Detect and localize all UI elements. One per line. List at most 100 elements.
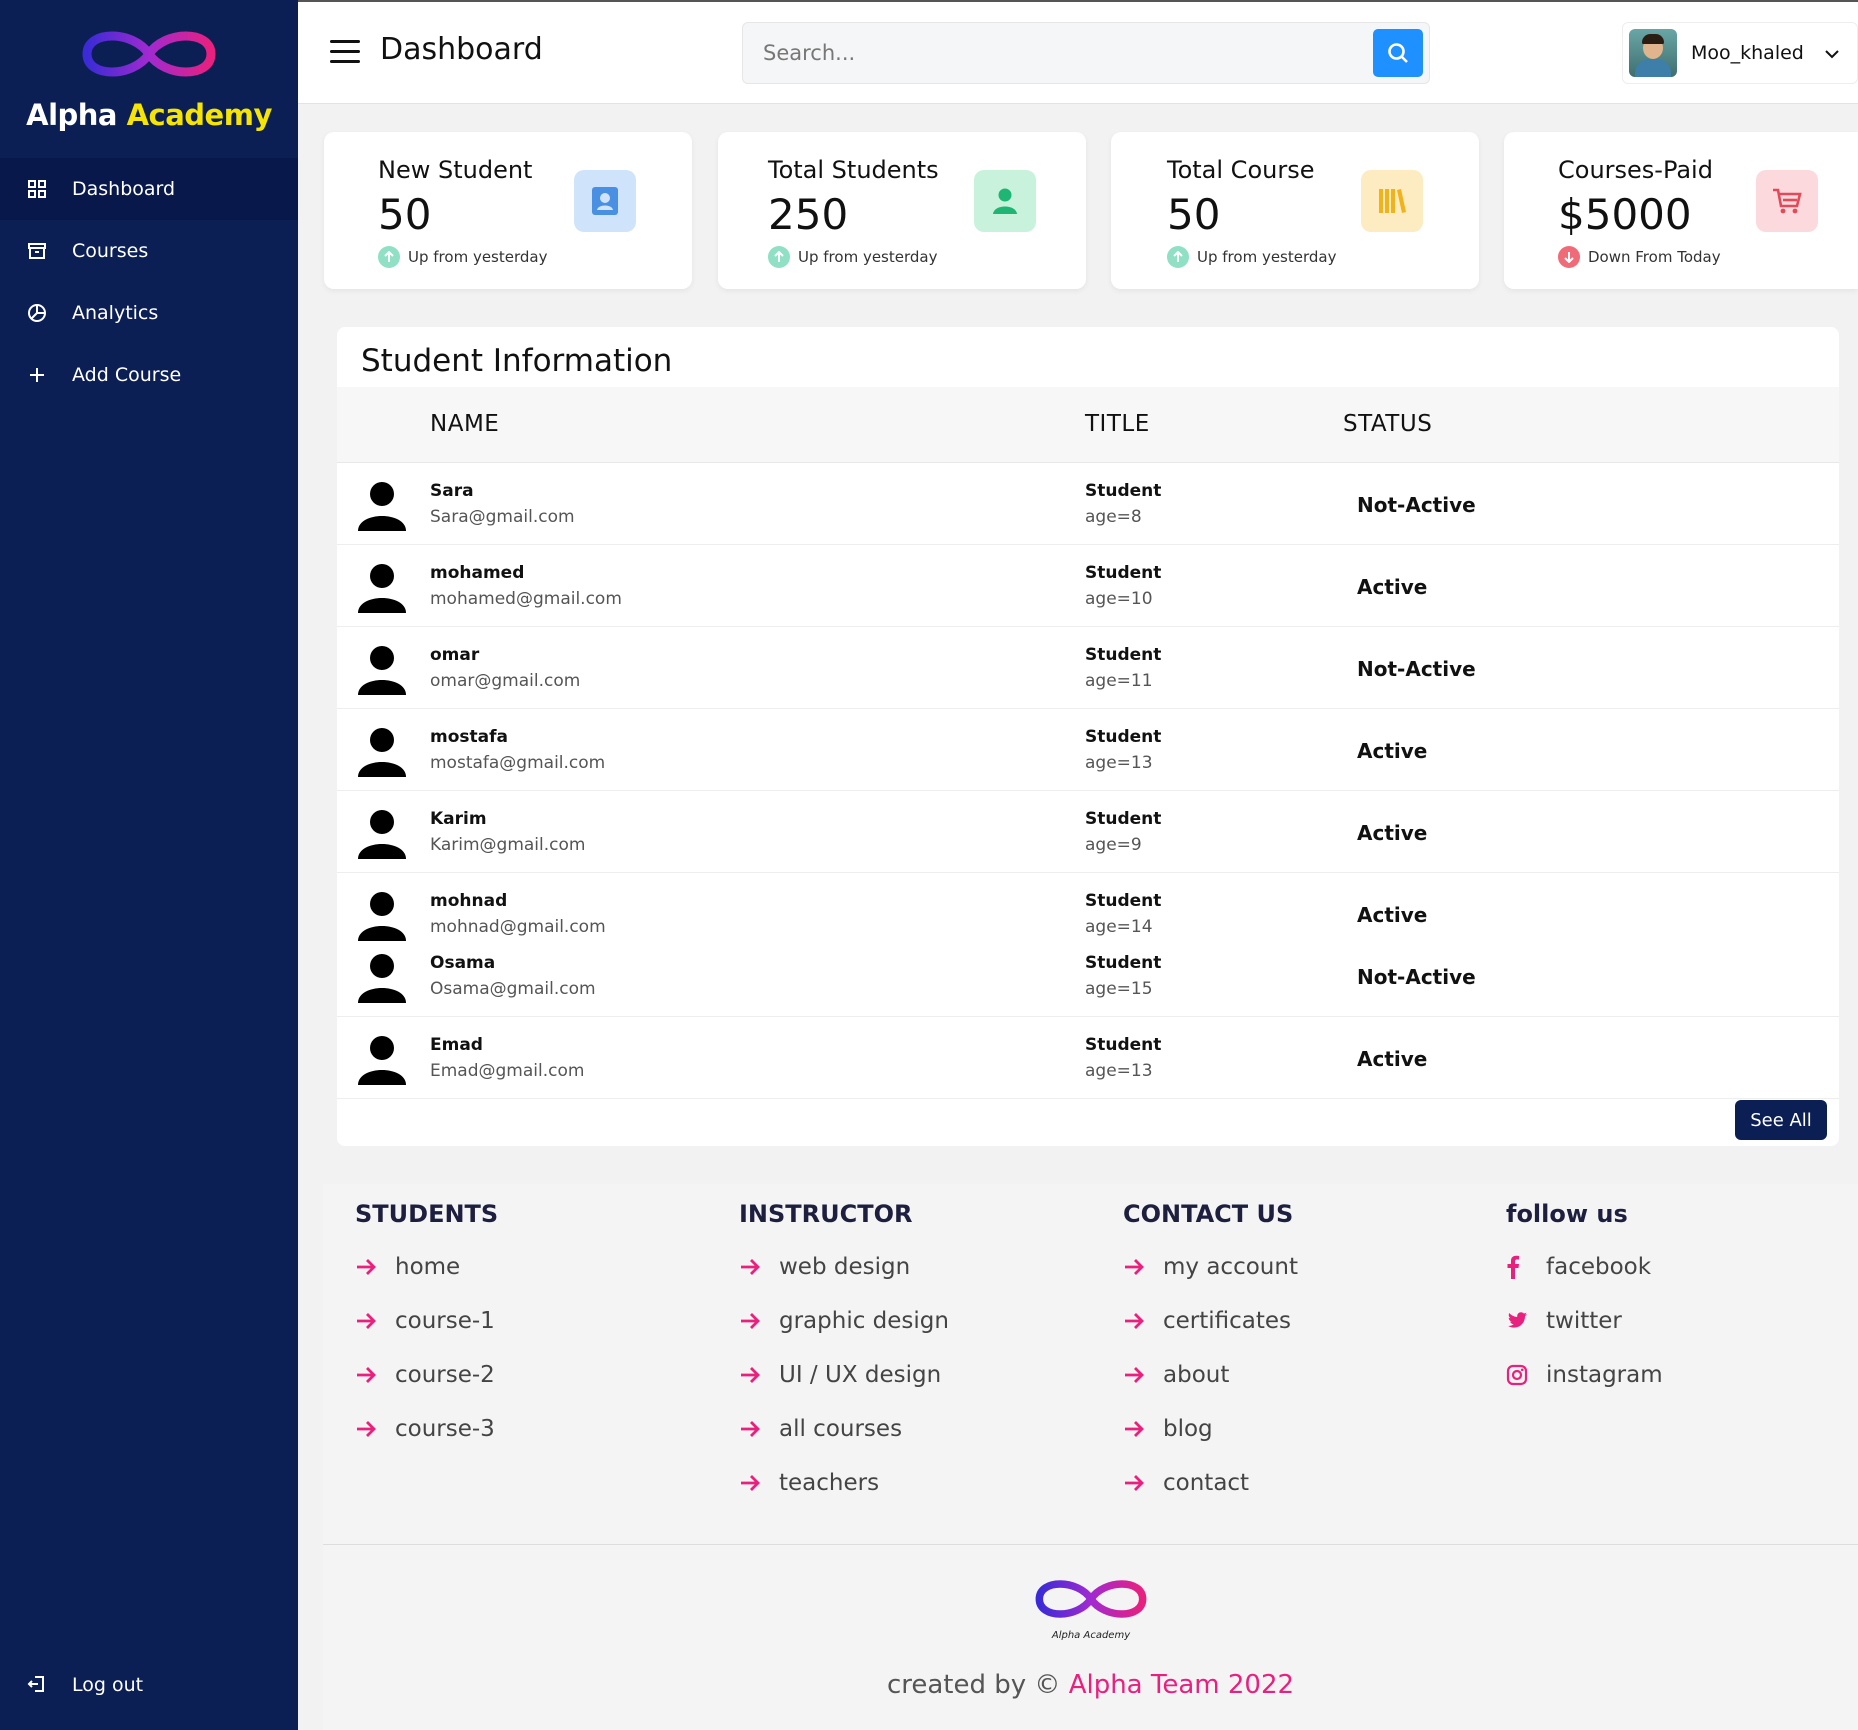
arrow-right-icon [355,1420,377,1438]
archive-icon [26,240,48,262]
footer-link-course-3[interactable]: course-3 [355,1402,498,1456]
footer-link-ui-ux-design[interactable]: UI / UX design [739,1348,949,1402]
student-title: Student [1085,1035,1162,1055]
footer-heading: follow us [1506,1200,1628,1228]
arrow-right-icon [739,1258,761,1276]
arrow-right-icon [739,1474,761,1492]
stat-card-total-course: Total Course 50 Up from yesterday [1111,132,1479,289]
footer-link-graphic-design[interactable]: graphic design [739,1294,949,1348]
footer-link-twitter[interactable]: twitter [1506,1294,1663,1348]
footer-link-blog[interactable]: blog [1123,1402,1298,1456]
stat-card-new-student: New Student 50 Up from yesterday [324,132,692,289]
table-row[interactable]: Sara Sara@gmail.com Student age=8 Not-Active [337,463,1839,545]
page-title: Dashboard [380,32,543,67]
footer-link-home[interactable]: home [355,1240,498,1294]
sidebar-item-label: Analytics [72,302,159,324]
search-button[interactable] [1373,29,1423,77]
table-row[interactable]: mohamed mohamed@gmail.com Student age=10 Act… [337,545,1839,627]
table-row[interactable]: omar omar@gmail.com Student age=11 Not-Activ… [337,627,1839,709]
status-label: Not-Active [1357,657,1476,681]
arrow-right-icon [1123,1420,1145,1438]
student-name: mostafa [430,727,508,747]
student-name: Sara [430,481,474,501]
sidebar-item-label: Courses [72,240,149,262]
panel-title: Student Information [361,343,673,379]
status-label: Active [1357,575,1428,599]
sidebar-nav: Dashboard Courses Analytics Add Course [0,158,298,406]
footer-link-label: course-1 [395,1308,495,1334]
footer-link-instagram[interactable]: instagram [1506,1348,1663,1402]
twitter-icon [1506,1311,1528,1331]
credit-team-link[interactable]: Alpha Team 2022 [1069,1670,1294,1700]
footer-link-label: all courses [779,1416,903,1442]
student-title: Student [1085,645,1162,665]
student-age: age=8 [1085,507,1142,527]
student-email: Osama@gmail.com [430,979,596,999]
status-label: Active [1357,903,1428,927]
card-title: Total Course [1167,156,1315,184]
footer-credit: created by © Alpha Team 2022 [323,1670,1858,1700]
search-input[interactable] [743,23,1343,83]
footer-heading: STUDENTS [355,1200,499,1228]
person-avatar-icon [353,803,411,861]
arrow-right-icon [1123,1258,1145,1276]
table-row[interactable]: mostafa mostafa@gmail.com Student age=13 Act… [337,709,1839,791]
card-value: $5000 [1558,190,1692,239]
student-title: Student [1085,953,1162,973]
footer-link-about[interactable]: about [1123,1348,1298,1402]
arrow-up-icon [378,246,400,268]
sidebar-item-courses[interactable]: Courses [0,220,298,282]
student-email: mostafa@gmail.com [430,753,606,773]
arrow-right-icon [355,1258,377,1276]
student-email: omar@gmail.com [430,671,581,691]
footer-link-label: certificates [1163,1308,1292,1334]
user-menu[interactable]: Moo_khaled [1622,22,1858,84]
footer: STUDENTS home course-1 course-2 course-3 INST… [323,1184,1858,1730]
table-row[interactable]: Karim Karim@gmail.com Student age=9 Active [337,791,1839,873]
brand-logo[interactable]: Alpha Academy [0,0,298,158]
column-header-status: STATUS [1343,411,1433,437]
table-row[interactable]: Emad Emad@gmail.com Student age=13 Active [337,1017,1839,1099]
footer-link-facebook[interactable]: facebook [1506,1240,1663,1294]
card-trend: Up from yesterday [768,246,937,268]
see-all-button[interactable]: See All [1735,1100,1827,1140]
menu-icon[interactable] [330,40,360,64]
card-trend: Up from yesterday [1167,246,1336,268]
pie-chart-icon [26,302,48,324]
arrow-up-icon [768,246,790,268]
footer-link-teachers[interactable]: teachers [739,1456,949,1510]
sidebar-item-dashboard[interactable]: Dashboard [0,158,298,220]
arrow-down-icon [1558,246,1580,268]
infinity-logo-icon [82,31,216,77]
footer-link-all-courses[interactable]: all courses [739,1402,949,1456]
logout-label: Log out [72,1674,144,1696]
footer-link-certificates[interactable]: certificates [1123,1294,1298,1348]
student-title: Student [1085,809,1162,829]
footer-link-my-account[interactable]: my account [1123,1240,1298,1294]
sidebar-item-add-course[interactable]: Add Course [0,344,298,406]
student-title: Student [1085,891,1162,911]
student-age: age=9 [1085,835,1142,855]
avatar [1629,29,1677,77]
student-age: age=13 [1085,1061,1153,1081]
person-avatar-icon [353,947,411,1005]
footer-link-web-design[interactable]: web design [739,1240,949,1294]
sidebar-item-analytics[interactable]: Analytics [0,282,298,344]
student-title: Student [1085,727,1162,747]
sidebar-item-label: Add Course [72,364,182,386]
footer-link-contact[interactable]: contact [1123,1456,1298,1510]
footer-heading: CONTACT US [1123,1200,1294,1228]
footer-link-label: blog [1163,1416,1213,1442]
sidebar: Alpha Academy Dashboard Courses Analytic… [0,0,298,1730]
footer-link-course-2[interactable]: course-2 [355,1348,498,1402]
table-row[interactable]: Osama Osama@gmail.com Student age=15 Not-Act… [337,935,1839,1017]
person-avatar-icon [353,557,411,615]
footer-link-course-1[interactable]: course-1 [355,1294,498,1348]
logout-button[interactable]: Log out [0,1654,298,1716]
user-name: Moo_khaled [1691,42,1804,64]
student-name: omar [430,645,480,665]
footer-link-label: web design [779,1254,911,1280]
student-age: age=15 [1085,979,1153,999]
footer-heading: INSTRUCTOR [739,1200,913,1228]
brand-part1: Alpha [26,98,117,132]
